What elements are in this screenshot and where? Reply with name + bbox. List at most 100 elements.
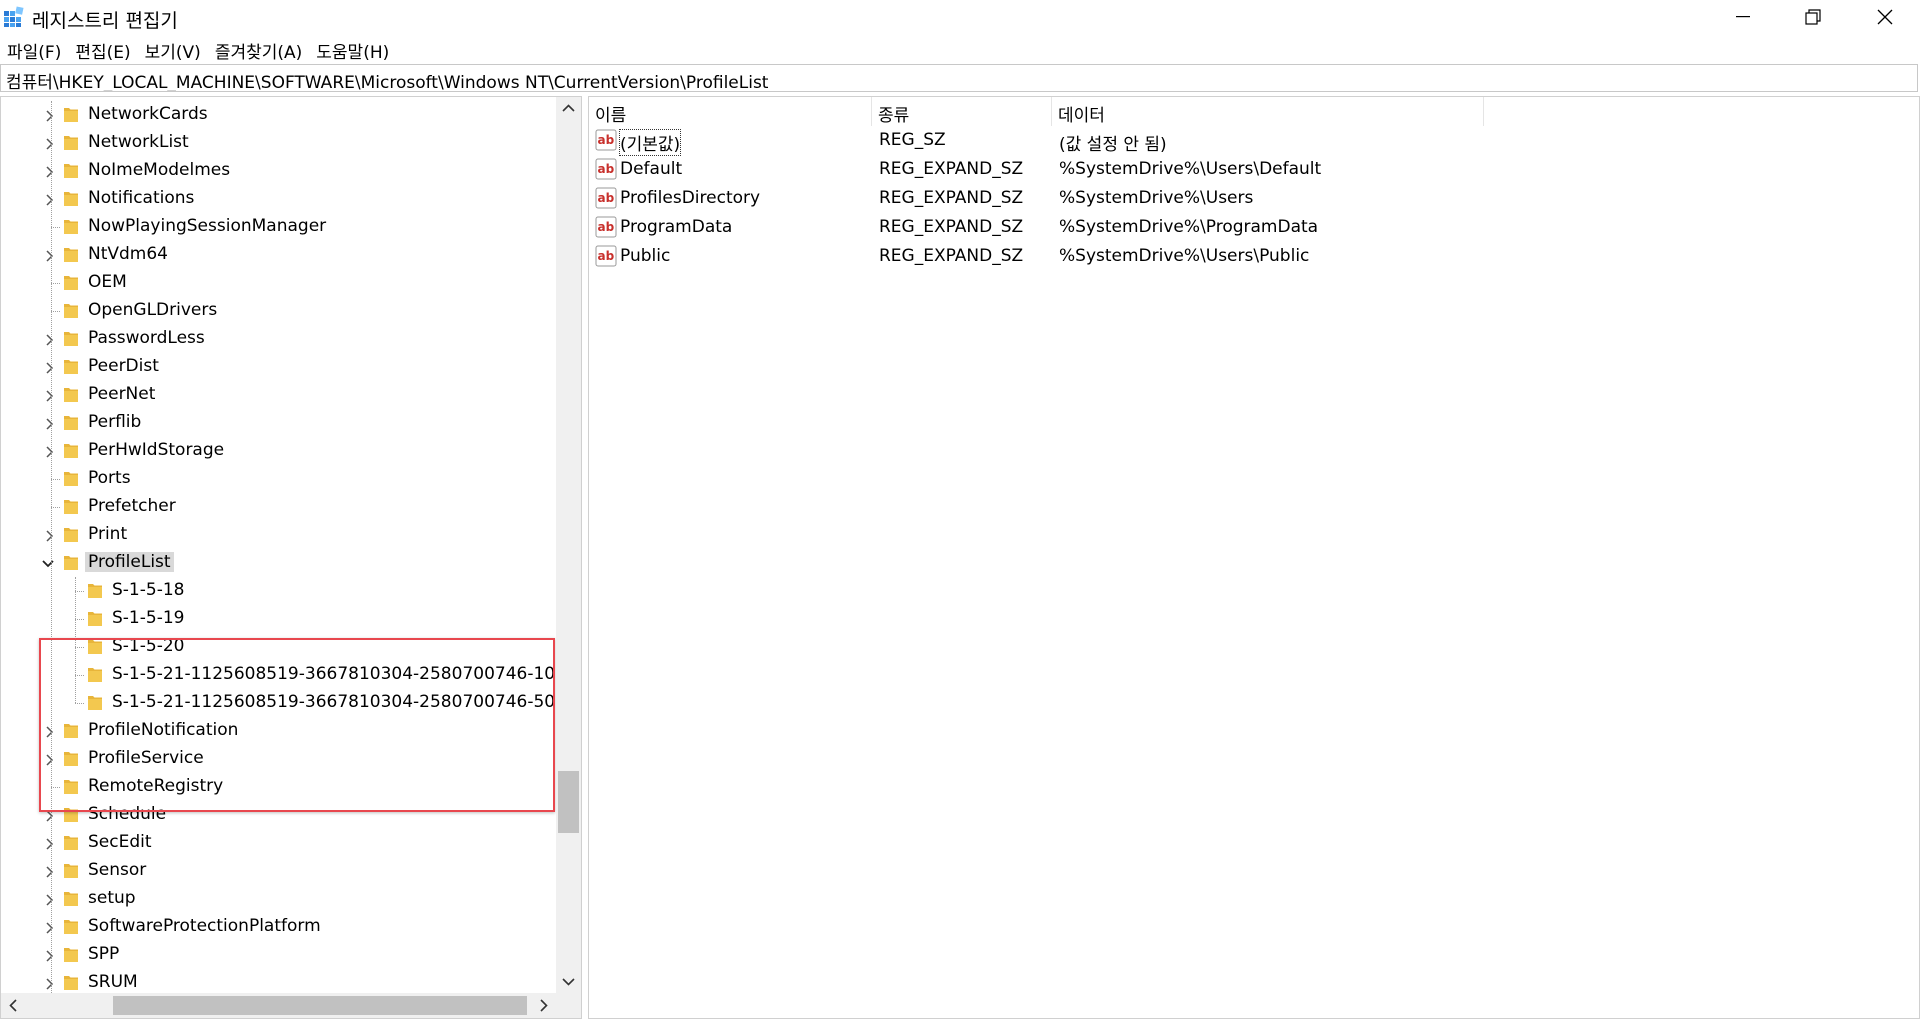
tree-vertical-scrollbar[interactable] bbox=[556, 97, 581, 993]
expand-chevron-icon[interactable] bbox=[44, 332, 56, 346]
tree-key-label[interactable]: PerHwIdStorage bbox=[85, 440, 227, 460]
tree-key-label[interactable]: NetworkList bbox=[85, 132, 192, 152]
expand-chevron-icon[interactable] bbox=[44, 444, 56, 458]
tree-key[interactable]: NetworkList bbox=[1, 129, 556, 157]
folder-icon bbox=[63, 105, 79, 123]
tree-key[interactable]: ProfileList bbox=[1, 549, 556, 577]
scroll-down-icon[interactable] bbox=[556, 969, 581, 993]
value-row[interactable]: ab Public REG_EXPAND_SZ %SystemDrive%\Users… bbox=[589, 242, 1919, 270]
value-name[interactable]: Default bbox=[620, 159, 682, 179]
value-row[interactable]: ab (기본값) REG_SZ (값 설정 안 됨) bbox=[589, 126, 1919, 156]
tree-key-label[interactable]: NetworkCards bbox=[85, 104, 211, 124]
address-bar[interactable]: 컴퓨터\HKEY_LOCAL_MACHINE\SOFTWARE\Microsof… bbox=[0, 64, 1918, 92]
tree-key-label[interactable]: setup bbox=[85, 888, 139, 908]
tree-key[interactable]: NetworkCards bbox=[1, 101, 556, 129]
tree-key-label[interactable]: Prefetcher bbox=[85, 496, 179, 516]
value-name[interactable]: Public bbox=[620, 246, 670, 266]
expand-chevron-icon[interactable] bbox=[44, 192, 56, 206]
value-name[interactable]: ProfilesDirectory bbox=[620, 188, 760, 208]
tree-key-label[interactable]: Sensor bbox=[85, 860, 149, 880]
tree-key-label[interactable]: S-1-5-19 bbox=[109, 608, 187, 628]
expand-chevron-icon[interactable] bbox=[44, 976, 56, 990]
folder-icon bbox=[63, 917, 79, 935]
tree-key-label[interactable]: Ports bbox=[85, 468, 134, 488]
value-row[interactable]: ab Default REG_EXPAND_SZ %SystemDrive%\User… bbox=[589, 155, 1919, 183]
tree-key[interactable]: SPP bbox=[1, 941, 556, 969]
value-row[interactable]: ab ProfilesDirectory REG_EXPAND_SZ %SystemD… bbox=[589, 184, 1919, 212]
column-header-data[interactable]: 데이터 bbox=[1052, 97, 1484, 126]
tree-key-label[interactable]: SPP bbox=[85, 944, 122, 964]
tree-key-label[interactable]: OEM bbox=[85, 272, 130, 292]
tree-key[interactable]: OEM bbox=[1, 269, 556, 297]
column-header-name[interactable]: 이름 bbox=[589, 97, 872, 126]
tree-key[interactable]: setup bbox=[1, 885, 556, 913]
menu-help[interactable]: 도움말(H) bbox=[309, 36, 396, 63]
column-header-type[interactable]: 종류 bbox=[872, 97, 1052, 126]
close-button[interactable] bbox=[1850, 0, 1920, 34]
tree-key-label[interactable]: Perflib bbox=[85, 412, 144, 432]
folder-icon bbox=[63, 273, 79, 291]
expand-chevron-icon[interactable] bbox=[44, 108, 56, 122]
tree-key[interactable]: Notifications bbox=[1, 185, 556, 213]
menu-edit[interactable]: 편집(E) bbox=[68, 36, 137, 63]
tree-horizontal-scrollbar[interactable] bbox=[1, 993, 581, 1018]
tree-horizontal-scroll-thumb[interactable] bbox=[113, 996, 527, 1015]
tree-key[interactable]: Prefetcher bbox=[1, 493, 556, 521]
tree-key-label[interactable]: NowPlayingSessionManager bbox=[85, 216, 329, 236]
tree-key-label[interactable]: SRUM bbox=[85, 972, 141, 992]
expand-chevron-icon[interactable] bbox=[44, 920, 56, 934]
folder-icon bbox=[63, 889, 79, 907]
tree-key-label[interactable]: NoImeModelmes bbox=[85, 160, 233, 180]
value-name[interactable]: ProgramData bbox=[620, 217, 732, 237]
expand-chevron-icon[interactable] bbox=[44, 864, 56, 878]
tree-key-label[interactable]: NtVdm64 bbox=[85, 244, 171, 264]
expand-chevron-icon[interactable] bbox=[44, 360, 56, 374]
tree-key-label[interactable]: PasswordLess bbox=[85, 328, 208, 348]
tree-key[interactable]: SecEdit bbox=[1, 829, 556, 857]
expand-chevron-icon[interactable] bbox=[44, 948, 56, 962]
value-row[interactable]: ab ProgramData REG_EXPAND_SZ %SystemDrive%\… bbox=[589, 213, 1919, 241]
expand-chevron-icon[interactable] bbox=[44, 836, 56, 850]
tree-key-label[interactable]: SecEdit bbox=[85, 832, 155, 852]
tree-key[interactable]: Sensor bbox=[1, 857, 556, 885]
expand-chevron-icon[interactable] bbox=[44, 164, 56, 178]
tree-key[interactable]: NowPlayingSessionManager bbox=[1, 213, 556, 241]
tree-key[interactable]: PerHwIdStorage bbox=[1, 437, 556, 465]
tree-key[interactable]: OpenGLDrivers bbox=[1, 297, 556, 325]
expand-chevron-icon[interactable] bbox=[44, 892, 56, 906]
scroll-left-icon[interactable] bbox=[1, 993, 26, 1018]
tree-key-label[interactable]: SoftwareProtectionPlatform bbox=[85, 916, 324, 936]
scroll-right-icon[interactable] bbox=[531, 993, 556, 1018]
tree-key[interactable]: NtVdm64 bbox=[1, 241, 556, 269]
tree-key-label[interactable]: PeerNet bbox=[85, 384, 158, 404]
tree-key[interactable]: NoImeModelmes bbox=[1, 157, 556, 185]
tree-vertical-scroll-thumb[interactable] bbox=[558, 771, 579, 833]
value-name[interactable]: (기본값) bbox=[618, 129, 682, 156]
tree-key[interactable]: PeerNet bbox=[1, 381, 556, 409]
tree-key-label[interactable]: ProfileList bbox=[85, 552, 174, 572]
expand-chevron-icon[interactable] bbox=[44, 416, 56, 430]
restore-button[interactable] bbox=[1778, 0, 1848, 34]
tree-key[interactable]: PeerDist bbox=[1, 353, 556, 381]
tree-key-label[interactable]: S-1-5-18 bbox=[109, 580, 187, 600]
menu-file[interactable]: 파일(F) bbox=[0, 36, 68, 63]
tree-key[interactable]: Perflib bbox=[1, 409, 556, 437]
tree-key-label[interactable]: Print bbox=[85, 524, 130, 544]
tree-key-label[interactable]: PeerDist bbox=[85, 356, 162, 376]
expand-chevron-icon[interactable] bbox=[44, 136, 56, 150]
menu-view[interactable]: 보기(V) bbox=[138, 36, 208, 63]
tree-key[interactable]: Ports bbox=[1, 465, 556, 493]
tree-key-label[interactable]: OpenGLDrivers bbox=[85, 300, 220, 320]
expand-chevron-icon[interactable] bbox=[44, 528, 56, 542]
tree-subkey[interactable]: S-1-5-18 bbox=[1, 577, 556, 605]
scroll-up-icon[interactable] bbox=[556, 97, 581, 121]
expand-chevron-icon[interactable] bbox=[44, 248, 56, 262]
tree-key[interactable]: PasswordLess bbox=[1, 325, 556, 353]
tree-key[interactable]: Print bbox=[1, 521, 556, 549]
menu-favorites[interactable]: 즐겨찾기(A) bbox=[208, 36, 309, 63]
expand-chevron-icon[interactable] bbox=[44, 388, 56, 402]
minimize-button[interactable] bbox=[1708, 0, 1778, 34]
tree-subkey[interactable]: S-1-5-19 bbox=[1, 605, 556, 633]
tree-key[interactable]: SoftwareProtectionPlatform bbox=[1, 913, 556, 941]
tree-key-label[interactable]: Notifications bbox=[85, 188, 197, 208]
